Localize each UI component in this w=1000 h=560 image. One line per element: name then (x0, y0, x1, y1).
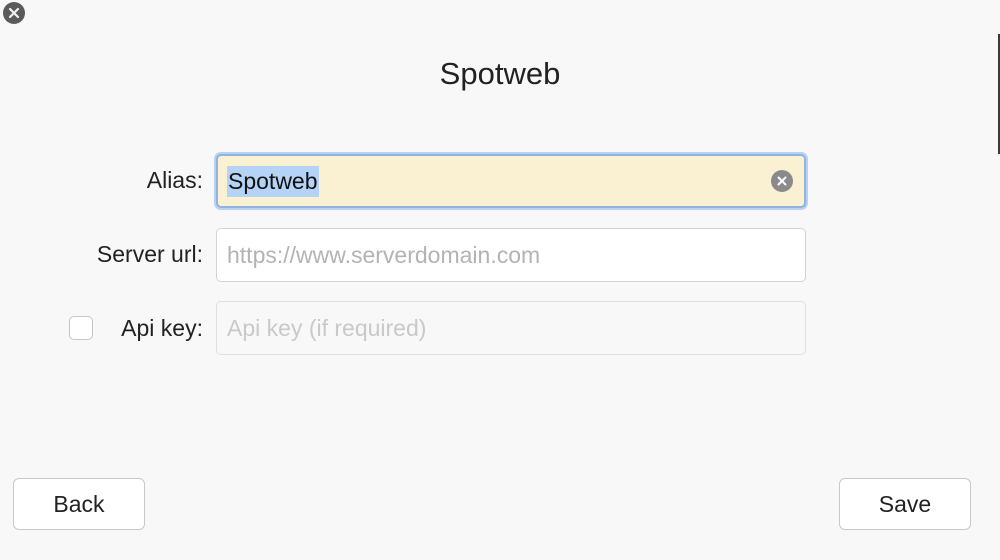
dialog-title: Spotweb (439, 56, 561, 91)
server-url-field[interactable]: https://www.serverdomain.com (216, 228, 806, 282)
api-key-field[interactable]: Api key (if required) (216, 301, 806, 355)
server-url-placeholder: https://www.serverdomain.com (227, 241, 541, 268)
close-button[interactable] (3, 2, 25, 24)
dialog-window: Spotweb Alias: Spotweb Server url: https… (0, 0, 1000, 560)
alias-value: Spotweb (227, 165, 319, 197)
close-icon (8, 7, 20, 19)
api-key-label: Api key: (121, 315, 203, 341)
api-key-placeholder: Api key (if required) (227, 314, 427, 341)
back-button[interactable]: Back (13, 478, 145, 530)
clear-field-icon (777, 176, 787, 186)
alias-field[interactable]: Spotweb (216, 154, 806, 208)
back-button-label: Back (53, 490, 105, 517)
clear-alias-button[interactable] (771, 170, 793, 192)
alias-label: Alias: (146, 167, 203, 193)
api-key-checkbox[interactable] (69, 316, 93, 340)
save-button[interactable]: Save (839, 478, 971, 530)
save-button-label: Save (878, 490, 932, 517)
server-url-label: Server url: (96, 241, 203, 267)
